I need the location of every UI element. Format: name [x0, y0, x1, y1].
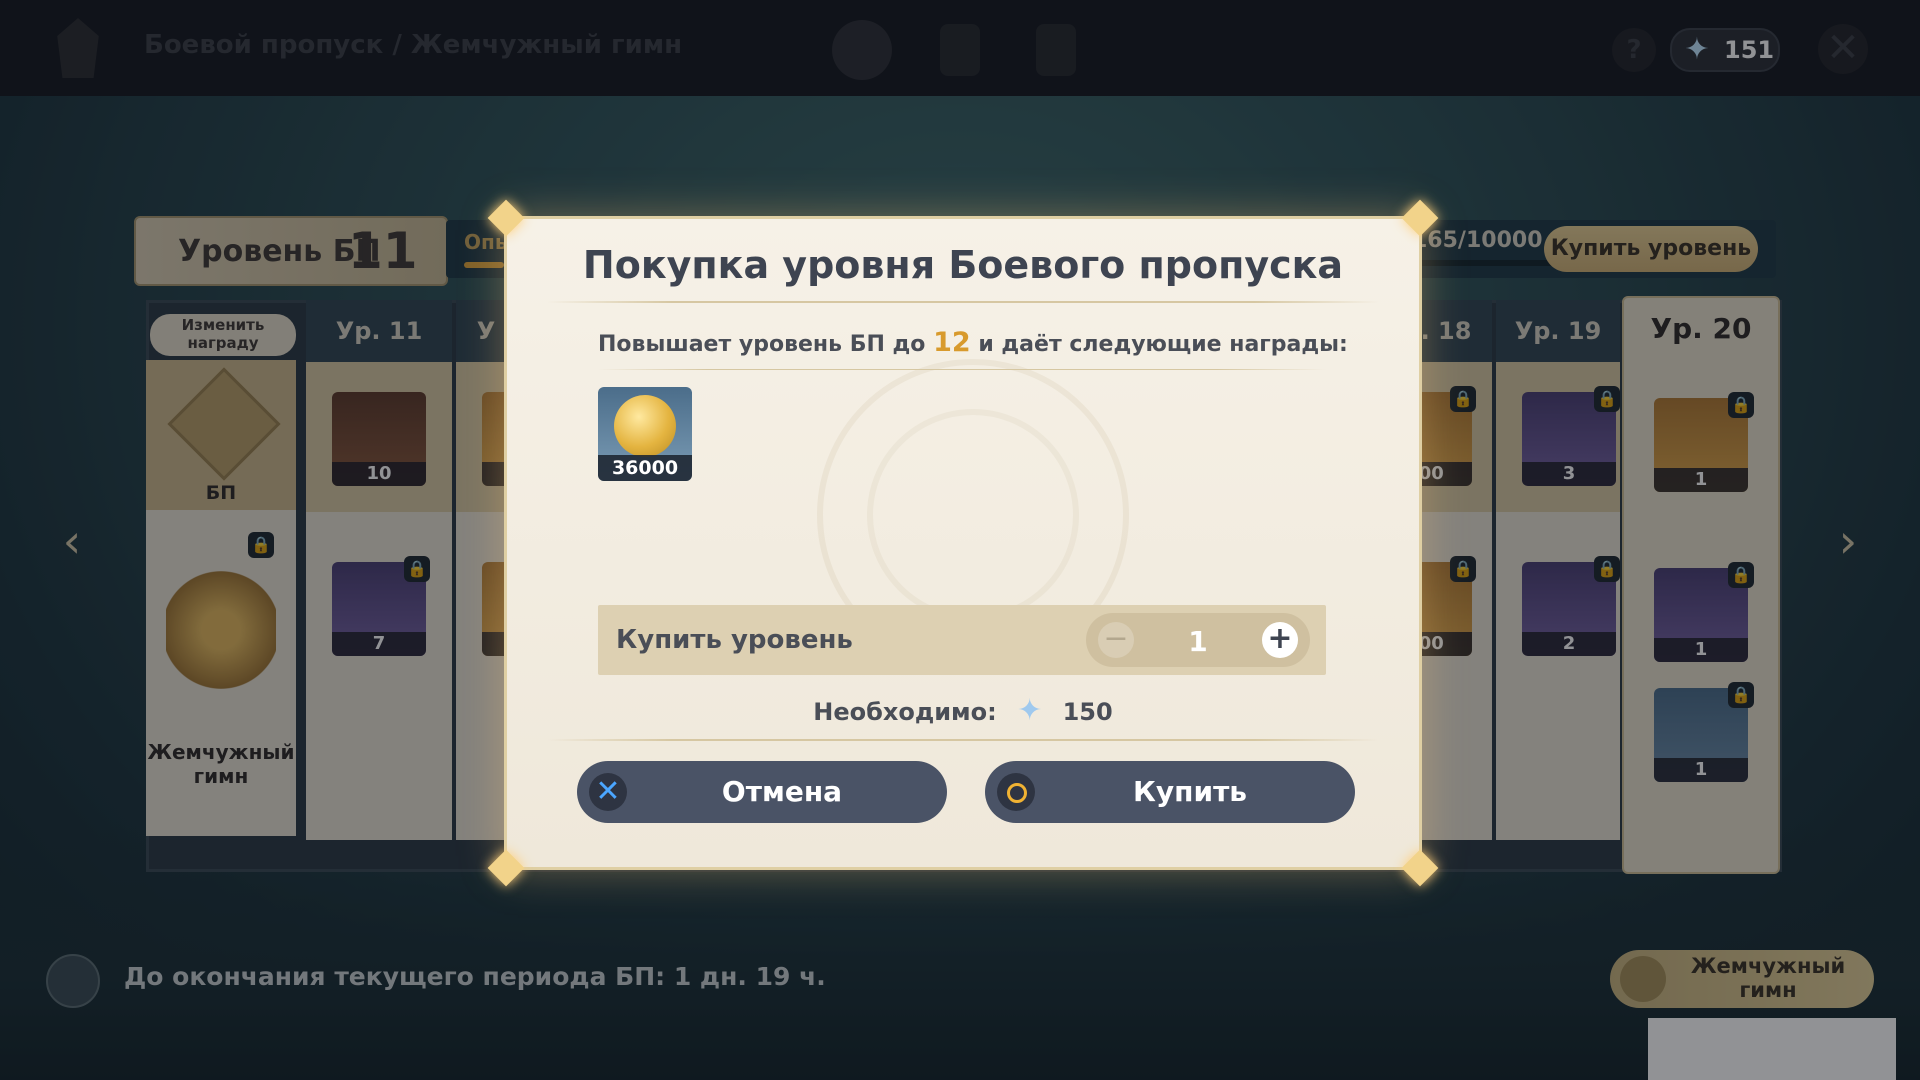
divider: [547, 739, 1379, 741]
cost-line: Необходимо: ✦ 150: [507, 693, 1419, 728]
cancel-button[interactable]: ✕ Отмена: [577, 761, 947, 823]
desc-prefix: Повышает уровень БП до: [598, 332, 926, 357]
reward-count: 36000: [598, 455, 692, 481]
purchase-level-dialog: Покупка уровня Боевого пропуска Повышает…: [487, 199, 1439, 887]
divider: [547, 301, 1379, 303]
watermark-emblem-inner: [867, 409, 1079, 621]
dialog-title: Покупка уровня Боевого пропуска: [582, 243, 1344, 287]
decrease-button[interactable]: −: [1098, 622, 1134, 658]
increase-button[interactable]: +: [1262, 622, 1298, 658]
mora-coin-icon: [614, 395, 676, 457]
desc-suffix: и даёт следующие награды:: [978, 332, 1348, 357]
dialog-description: Повышает уровень БП до 12 и даёт следующ…: [598, 327, 1348, 358]
buy-level-row: Купить уровень − 1 +: [598, 605, 1326, 675]
circle-icon: [997, 773, 1035, 811]
cancel-label: Отмена: [721, 775, 843, 808]
buy-button[interactable]: Купить: [985, 761, 1355, 823]
target-level: 12: [933, 327, 971, 358]
divider: [598, 369, 1326, 370]
cross-icon: ✕: [589, 773, 627, 811]
cost-amount: 150: [1062, 698, 1113, 726]
primogem-star-icon: ✦: [1017, 693, 1043, 728]
buy-row-label: Купить уровень: [616, 625, 853, 655]
cost-label: Необходимо:: [813, 698, 997, 726]
buy-label: Купить: [1132, 775, 1248, 808]
reward-mora-item[interactable]: 36000: [598, 387, 692, 481]
quantity-value: 1: [1188, 625, 1208, 658]
quantity-stepper: − 1 +: [1086, 613, 1310, 667]
